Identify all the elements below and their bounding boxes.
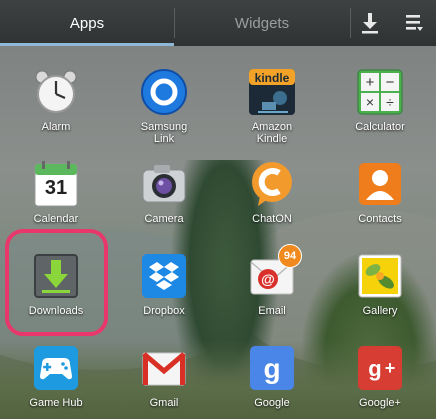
gamepad-icon bbox=[32, 344, 80, 392]
download-button[interactable] bbox=[352, 8, 388, 38]
app-downloads[interactable]: Downloads bbox=[6, 252, 106, 317]
app-label: Amazon Kindle bbox=[251, 121, 293, 145]
app-label: Gallery bbox=[362, 305, 398, 317]
app-label: Dropbox bbox=[143, 305, 185, 317]
app-label: Alarm bbox=[41, 121, 71, 133]
svg-text:×: × bbox=[366, 94, 374, 110]
samsung-link-icon bbox=[140, 68, 188, 116]
svg-text:@: @ bbox=[261, 271, 275, 287]
svg-text:+: + bbox=[366, 74, 375, 91]
app-gallery[interactable]: Gallery bbox=[330, 252, 430, 317]
app-label: Google bbox=[254, 397, 290, 409]
calendar-day: 31 bbox=[44, 177, 68, 199]
contacts-icon bbox=[356, 160, 404, 208]
app-label: Calculator bbox=[355, 121, 405, 133]
tab-widgets[interactable]: Widgets bbox=[175, 0, 349, 46]
calculator-icon: + − × ÷ bbox=[356, 68, 404, 116]
svg-text:g: g bbox=[263, 353, 280, 384]
gmail-icon bbox=[140, 344, 188, 392]
app-dropbox[interactable]: Dropbox bbox=[114, 252, 214, 317]
kindle-icon: kindle bbox=[248, 68, 296, 116]
tab-selected-indicator bbox=[0, 43, 174, 46]
app-label: Calendar bbox=[33, 213, 79, 225]
app-label: Email bbox=[258, 305, 286, 317]
app-contacts[interactable]: Contacts bbox=[330, 160, 430, 225]
app-label: Game Hub bbox=[29, 397, 83, 409]
app-calendar[interactable]: 31 Calendar bbox=[6, 160, 106, 225]
svg-text:+: + bbox=[385, 358, 396, 378]
app-samsung-link[interactable]: Samsung Link bbox=[114, 68, 214, 145]
app-alarm[interactable]: Alarm bbox=[6, 68, 106, 133]
app-game-hub[interactable]: Game Hub bbox=[6, 344, 106, 409]
unread-count-badge: 94 bbox=[278, 244, 302, 268]
app-label: Downloads bbox=[28, 305, 84, 317]
app-label: Google+ bbox=[359, 397, 401, 409]
app-label: ChatON bbox=[252, 213, 292, 225]
svg-text:g: g bbox=[368, 356, 381, 381]
app-calculator[interactable]: + − × ÷ Calculator bbox=[330, 68, 430, 133]
app-chaton[interactable]: ChatON bbox=[222, 160, 322, 225]
app-amazon-kindle[interactable]: kindle Amazon Kindle bbox=[222, 68, 322, 145]
app-gmail[interactable]: Gmail bbox=[114, 344, 214, 409]
app-label: Contacts bbox=[358, 213, 402, 225]
svg-text:−: − bbox=[386, 74, 395, 91]
google-plus-icon: g + bbox=[356, 344, 404, 392]
camera-icon bbox=[140, 160, 188, 208]
app-drawer-tabbar: Apps Widgets bbox=[0, 0, 436, 46]
app-email[interactable]: @ 94 Email bbox=[222, 244, 322, 317]
gallery-icon bbox=[356, 252, 404, 300]
svg-text:kindle: kindle bbox=[255, 71, 290, 85]
download-icon bbox=[362, 13, 378, 34]
svg-text:÷: ÷ bbox=[386, 94, 394, 110]
chaton-icon bbox=[248, 160, 296, 208]
app-google[interactable]: g Google bbox=[222, 344, 322, 409]
email-icon: @ 94 bbox=[248, 244, 302, 300]
google-icon: g bbox=[248, 344, 296, 392]
app-label: Gmail bbox=[149, 397, 179, 409]
app-label: Camera bbox=[144, 213, 184, 225]
tab-apps[interactable]: Apps bbox=[0, 0, 174, 46]
alarm-clock-icon bbox=[32, 68, 80, 116]
overflow-menu-button[interactable] bbox=[396, 8, 432, 38]
app-label: Samsung Link bbox=[140, 121, 188, 145]
app-camera[interactable]: Camera bbox=[114, 160, 214, 225]
calendar-icon: 31 bbox=[32, 160, 80, 208]
downloads-icon bbox=[32, 252, 80, 300]
overflow-menu-icon bbox=[406, 15, 423, 31]
dropbox-icon bbox=[140, 252, 188, 300]
app-google-plus[interactable]: g + Google+ bbox=[330, 344, 430, 409]
